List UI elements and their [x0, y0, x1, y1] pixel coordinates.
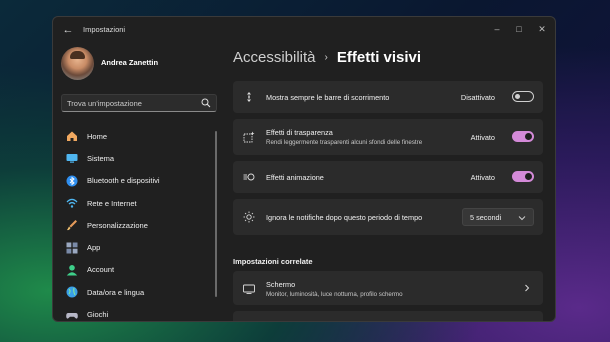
sidebar-item-label: Rete e Internet: [87, 198, 137, 208]
sidebar-item-label: Home: [87, 131, 108, 141]
account-icon: [66, 264, 78, 276]
home-icon: [66, 130, 78, 142]
animation-icon: [243, 171, 255, 183]
sidebar-scrollbar[interactable]: [215, 131, 217, 297]
toggle-state-label: Disattivato: [460, 93, 495, 102]
related-settings-heading: Impostazioni correlate: [233, 257, 313, 266]
sidebar-item-home[interactable]: Home: [61, 125, 217, 147]
sidebar-item-account[interactable]: Account: [61, 259, 217, 281]
animations-toggle[interactable]: [512, 171, 534, 182]
wifi-icon: [66, 197, 78, 209]
sidebar-item-label: Giochi: [87, 310, 109, 320]
globe-icon: [66, 286, 78, 298]
app-title: Impostazioni: [83, 25, 126, 34]
setting-title: Effetti di trasparenza: [266, 128, 333, 137]
setting-title: Mostra sempre le barre di scorrimento: [266, 93, 390, 102]
scrollbar-icon: [243, 91, 255, 103]
related-item-title: Schermo: [266, 280, 296, 289]
gamepad-icon: [66, 309, 78, 321]
sidebar-item-network[interactable]: Rete e Internet: [61, 192, 217, 214]
setting-scrollbars[interactable]: Mostra sempre le barre di scorrimento Di…: [233, 81, 543, 113]
notification-timeout-dropdown[interactable]: 5 secondi: [462, 208, 534, 226]
sidebar-item-personalization[interactable]: Personalizzazione: [61, 214, 217, 236]
sidebar-item-bluetooth[interactable]: Bluetooth e dispositivi: [61, 170, 217, 192]
back-arrow-icon[interactable]: ←: [61, 23, 75, 37]
related-item-next[interactable]: [233, 311, 543, 321]
setting-notification-timeout[interactable]: Ignora le notifiche dopo questo periodo …: [233, 199, 543, 235]
toggle-state-label: Attivato: [470, 133, 495, 142]
chevron-right-icon: [523, 284, 531, 292]
sidebar-item-time-language[interactable]: Data/ora e lingua: [61, 281, 217, 303]
bluetooth-icon: [66, 175, 78, 187]
sidebar-item-label: Personalizzazione: [87, 220, 148, 230]
maximize-icon[interactable]: □: [512, 22, 526, 36]
page-title: Effetti visivi: [336, 49, 422, 66]
transparency-icon: [243, 131, 255, 143]
breadcrumb-parent[interactable]: Accessibilità: [233, 49, 316, 66]
close-icon[interactable]: ✕: [535, 22, 549, 36]
brush-icon: [66, 219, 78, 231]
title-bar: ← Impostazioni – □ ✕: [53, 17, 555, 43]
sidebar-item-apps[interactable]: App: [61, 236, 217, 258]
breadcrumb-separator: ›: [324, 52, 328, 63]
monitor-icon: [243, 283, 255, 295]
sidebar-item-label: Account: [87, 265, 115, 275]
sidebar-item-label: Data/ora e lingua: [87, 287, 145, 297]
setting-title: Ignora le notifiche dopo questo periodo …: [266, 213, 423, 222]
settings-window: ← Impostazioni – □ ✕ Andrea Zanettin Hom…: [52, 16, 556, 322]
transparency-toggle[interactable]: [512, 131, 534, 142]
sidebar-nav: Home Sistema Bluetooth e dispositivi Ret…: [61, 125, 217, 321]
sidebar-item-label: App: [87, 243, 101, 253]
user-name: Andrea Zanettin: [101, 58, 159, 67]
breadcrumb: Accessibilità › Effetti visivi: [233, 49, 421, 66]
setting-transparency[interactable]: Effetti di trasparenza Rendi leggermente…: [233, 119, 543, 155]
scrollbars-toggle[interactable]: [512, 91, 534, 102]
related-item-display[interactable]: Schermo Monitor, luminosità, luce nottur…: [233, 271, 543, 305]
sidebar-item-gaming[interactable]: Giochi: [61, 303, 217, 321]
dropdown-value: 5 secondi: [470, 213, 502, 222]
brightness-icon: [243, 211, 255, 223]
sidebar-item-system[interactable]: Sistema: [61, 147, 217, 169]
related-item-subtitle: Monitor, luminosità, luce notturna, prof…: [266, 291, 403, 298]
setting-subtitle: Rendi leggermente trasparenti alcuni sfo…: [266, 139, 423, 146]
search-input[interactable]: [67, 97, 197, 109]
setting-animations[interactable]: Effetti animazione Attivato: [233, 161, 543, 193]
search-icon[interactable]: [201, 98, 211, 108]
apps-icon: [66, 242, 78, 254]
minimize-icon[interactable]: –: [490, 22, 504, 36]
sidebar-item-label: Bluetooth e dispositivi: [87, 176, 160, 186]
avatar[interactable]: [61, 47, 94, 80]
sidebar-item-label: Sistema: [87, 153, 115, 163]
toggle-state-label: Attivato: [470, 173, 495, 182]
chevron-down-icon: [518, 214, 526, 222]
setting-title: Effetti animazione: [266, 173, 324, 182]
system-icon: [66, 152, 78, 164]
search-box[interactable]: [61, 94, 217, 112]
